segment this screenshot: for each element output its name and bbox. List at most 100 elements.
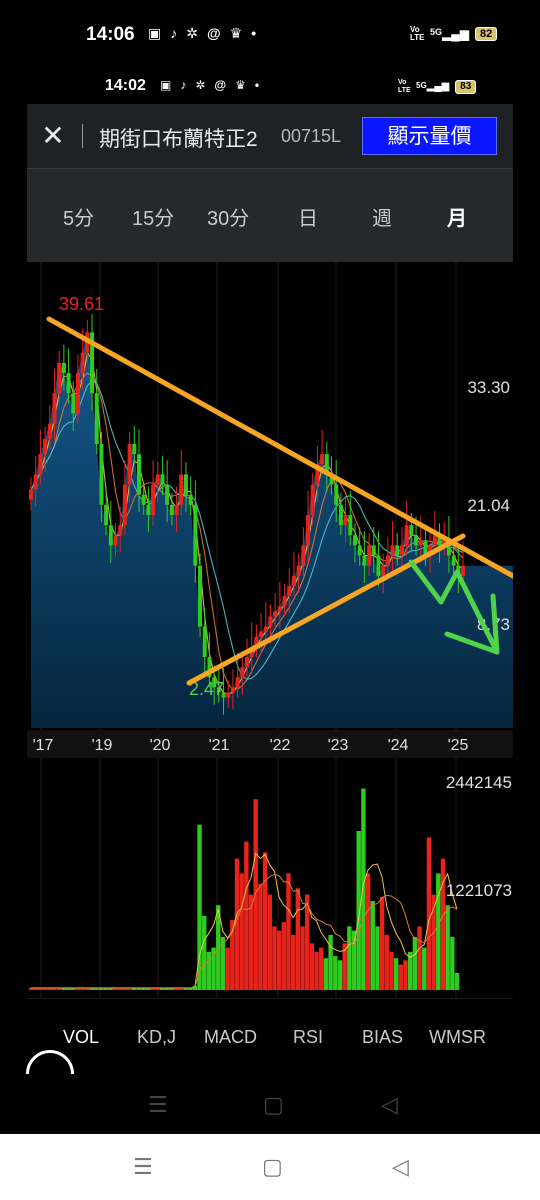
candle — [409, 525, 414, 536]
candle — [353, 535, 357, 546]
candle — [371, 545, 376, 556]
status-time-inner: 14:02 — [105, 77, 146, 94]
volte-icon: Vo LTE — [410, 25, 425, 42]
volume-bar — [384, 934, 389, 990]
volume-bar — [347, 926, 352, 990]
candle — [169, 504, 174, 515]
candle — [263, 626, 268, 632]
candle — [399, 545, 404, 556]
volume-bar — [202, 915, 207, 990]
volume-bar — [375, 926, 380, 990]
candle — [362, 555, 367, 566]
candle — [29, 489, 33, 500]
volume-bar — [244, 841, 249, 990]
y-axis-label: 33.30 — [467, 378, 510, 397]
phone-screen: 14:06 ▣ ♪ ✲ @ ♛ • Vo LTE 5G▂▄▆ 82 14:02 … — [0, 0, 540, 1134]
tab-macd[interactable]: MACD — [204, 1027, 257, 1048]
tab-vol[interactable]: VOL — [63, 1027, 99, 1048]
dot-icon: • — [254, 78, 260, 92]
volume-bar — [309, 943, 315, 990]
tab-wmsr[interactable]: WMSR — [429, 1027, 486, 1048]
volume-chart[interactable]: 2442145 1221073 — [27, 758, 513, 998]
menu-icon[interactable]: ☰ — [133, 1156, 153, 1178]
candle — [404, 525, 409, 546]
candle — [61, 362, 66, 373]
tab-day[interactable]: 日 — [298, 202, 318, 231]
candle — [451, 555, 456, 566]
volume-bar — [319, 947, 324, 990]
volume-bar — [281, 922, 286, 990]
back-icon[interactable]: ◁ — [392, 1156, 409, 1178]
notification-icons: ▣ ♪ ✲ @ ♛ • — [148, 26, 256, 40]
volume-bar — [267, 894, 272, 990]
volume-bar — [454, 973, 460, 990]
volume-bar — [286, 873, 291, 990]
candle — [38, 454, 43, 475]
outer-nav-bar: ☰ ▢ ◁ — [0, 1134, 540, 1200]
volume-bar — [253, 799, 258, 990]
candle — [226, 692, 231, 698]
tab-5min[interactable]: 5分 — [63, 202, 94, 231]
candle — [296, 565, 301, 576]
y-axis-label: 21.04 — [467, 496, 510, 515]
candle — [282, 596, 287, 607]
price-chart[interactable]: 33.3021.048.7339.612.47'17'19'20'21'22'2… — [27, 262, 513, 758]
signal-icon: 5G▂▄▆ — [430, 27, 469, 41]
candle — [432, 535, 437, 546]
tab-30min[interactable]: 30分 — [207, 202, 249, 231]
volume-bar — [450, 937, 455, 990]
candle — [240, 667, 245, 678]
x-axis-label: '23 — [328, 737, 349, 754]
candle — [99, 444, 104, 505]
candle — [198, 565, 203, 627]
x-axis-label: '25 — [448, 737, 469, 754]
candle — [334, 484, 339, 505]
tab-week[interactable]: 週 — [372, 202, 392, 231]
x-axis-label: '21 — [209, 737, 230, 754]
notification-icons-inner: ▣ ♪ ✲ @ ♛ • — [160, 79, 259, 91]
candle — [381, 565, 386, 576]
message-icon: ▣ — [148, 25, 162, 41]
show-volume-price-button[interactable]: 顯示量價 — [362, 117, 497, 155]
tab-rsi[interactable]: RSI — [293, 1027, 323, 1048]
volume-bar — [328, 934, 333, 990]
app-icon: ✲ — [186, 25, 198, 41]
candle — [52, 393, 57, 424]
threads-icon: @ — [206, 25, 221, 41]
tab-bias[interactable]: BIAS — [362, 1027, 403, 1048]
x-axis-label: '19 — [92, 737, 113, 754]
candle — [43, 438, 48, 455]
status-bar-inner: 14:02 ▣ ♪ ✲ @ ♛ • Vo LTE 5G▂▄▆ 83 — [0, 70, 540, 104]
threads-icon: @ — [214, 78, 227, 92]
home-icon[interactable]: ▢ — [262, 1156, 283, 1178]
volume-axis-label: 1221073 — [446, 881, 512, 900]
volume-bar — [276, 930, 282, 990]
tab-kdj[interactable]: KD,J — [137, 1027, 176, 1048]
volume-bar — [412, 937, 418, 990]
status-right: Vo LTE 5G▂▄▆ 82 — [410, 25, 498, 42]
volume-bar — [445, 905, 450, 990]
candle — [80, 352, 85, 373]
back-icon[interactable]: ◁ — [381, 1094, 398, 1116]
candle — [151, 484, 156, 515]
candle — [245, 657, 249, 668]
candle — [118, 525, 123, 536]
candle — [338, 504, 343, 526]
volume-bar — [370, 900, 375, 990]
candle — [160, 474, 165, 485]
volume-bar — [426, 837, 432, 990]
volume-bar — [361, 788, 366, 990]
candle — [71, 393, 76, 414]
tiktok-icon: ♪ — [170, 25, 178, 41]
dot-icon: • — [251, 25, 257, 41]
volume-bar — [262, 852, 268, 990]
volume-bar — [398, 964, 404, 990]
volume-bar — [337, 960, 343, 990]
security-name: 期街口布蘭特正2 — [99, 128, 258, 151]
home-icon[interactable]: ▢ — [263, 1094, 284, 1116]
close-icon[interactable]: ✕ — [39, 122, 67, 150]
tab-month[interactable]: 月 — [447, 202, 467, 231]
tab-15min[interactable]: 15分 — [132, 202, 174, 231]
menu-icon[interactable]: ☰ — [148, 1094, 168, 1116]
status-bar-outer: 14:06 ▣ ♪ ✲ @ ♛ • Vo LTE 5G▂▄▆ 82 — [0, 0, 540, 70]
